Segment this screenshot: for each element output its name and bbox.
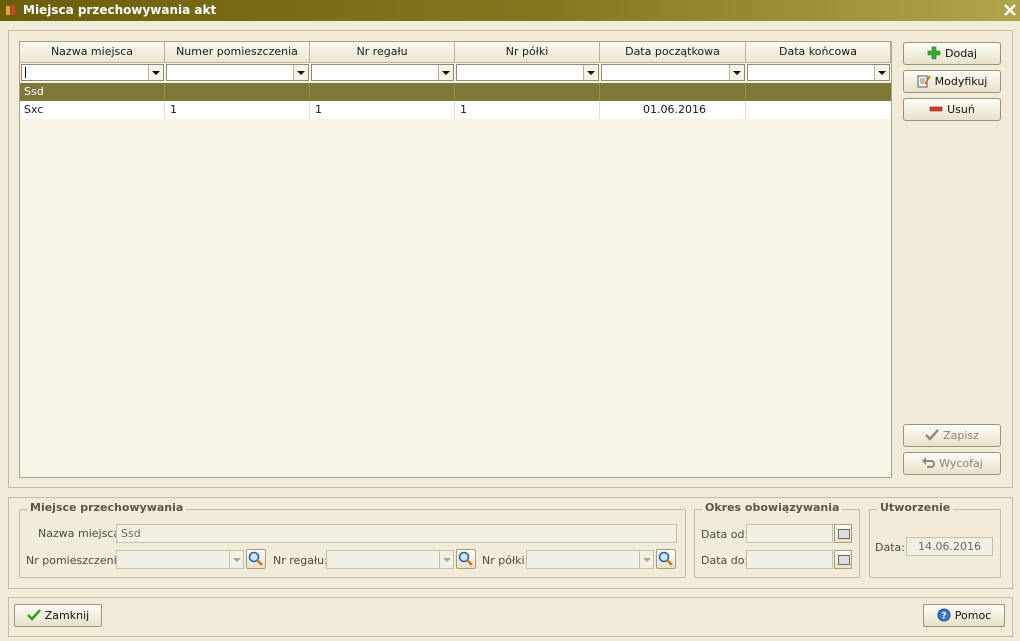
- search-icon: [248, 551, 263, 566]
- checkmark-icon: [26, 609, 41, 621]
- room-field[interactable]: [116, 550, 230, 569]
- plus-icon: [927, 46, 941, 60]
- chevron-down-icon[interactable]: [639, 550, 654, 569]
- edit-icon: [917, 75, 931, 88]
- search-icon: [658, 551, 673, 566]
- cell-name: Sxc: [20, 101, 165, 119]
- cell-end-date: [746, 83, 891, 101]
- svg-text:?: ?: [941, 612, 946, 622]
- filter-end-date[interactable]: [747, 64, 890, 81]
- minus-icon: [929, 106, 943, 112]
- creation-group-title: Utworzenie: [877, 501, 954, 514]
- date-to-field[interactable]: [746, 550, 833, 569]
- chevron-down-icon[interactable]: [438, 65, 453, 80]
- room-label: Nr pomieszczenia:: [26, 554, 128, 567]
- modify-button[interactable]: Modyfikuj: [903, 70, 1001, 93]
- chevron-down-icon[interactable]: [229, 550, 244, 569]
- help-button-label: Pomoc: [954, 609, 992, 622]
- rack-label: Nr regału:: [273, 554, 328, 567]
- rack-lookup-button[interactable]: [456, 549, 476, 569]
- column-header-start-date[interactable]: Data początkowa: [600, 42, 746, 63]
- close-icon[interactable]: [1002, 2, 1018, 18]
- table-row[interactable]: Sxc 1 1 1 01.06.2016: [20, 101, 891, 119]
- cell-rack: 1: [310, 101, 455, 119]
- calendar-icon[interactable]: [834, 524, 852, 543]
- window-title: Miejsca przechowywania akt: [23, 3, 217, 17]
- shelf-field[interactable]: [526, 550, 640, 569]
- filter-rack[interactable]: [311, 64, 454, 81]
- column-header-rack[interactable]: Nr regału: [310, 42, 455, 63]
- validity-group-title: Okres obowiązywania: [702, 501, 843, 514]
- shelf-label: Nr półki:: [482, 554, 529, 567]
- cell-shelf: [455, 83, 600, 101]
- places-grid[interactable]: Nazwa miejsca Numer pomieszczenia Nr reg…: [19, 41, 892, 478]
- column-header-name[interactable]: Nazwa miejsca: [20, 42, 165, 63]
- revert-button-label: Wycofaj: [939, 457, 983, 470]
- help-button[interactable]: ? Pomoc: [923, 604, 1005, 627]
- chevron-down-icon[interactable]: [293, 65, 308, 80]
- revert-button[interactable]: Wycofaj: [903, 452, 1001, 475]
- date-from-label: Data od:: [701, 528, 749, 541]
- place-name-label: Nazwa miejsca:: [38, 527, 124, 540]
- creation-date-field: 14.06.2016: [906, 537, 993, 556]
- date-from-field[interactable]: [746, 524, 833, 543]
- title-bar: Miejsca przechowywania akt: [0, 0, 1020, 21]
- cell-start-date: [600, 83, 746, 101]
- calendar-icon[interactable]: [834, 550, 852, 569]
- close-button[interactable]: Zamknij: [14, 604, 102, 627]
- cell-end-date: [746, 101, 891, 119]
- modify-button-label: Modyfikuj: [934, 75, 988, 88]
- chevron-down-icon[interactable]: [583, 65, 598, 80]
- save-button[interactable]: Zapisz: [903, 424, 1001, 447]
- storage-place-group-title: Miejsce przechowywania: [27, 501, 187, 514]
- cell-room: 1: [165, 101, 310, 119]
- undo-icon: [922, 457, 936, 468]
- add-button[interactable]: Dodaj: [903, 42, 1001, 65]
- cell-shelf: 1: [455, 101, 600, 119]
- delete-button-label: Usuń: [947, 103, 975, 116]
- chevron-down-icon[interactable]: [439, 550, 454, 569]
- add-button-label: Dodaj: [945, 47, 977, 60]
- table-row-selected[interactable]: Ssd: [20, 83, 891, 101]
- rack-field[interactable]: [326, 550, 440, 569]
- cell-name: Ssd: [20, 83, 165, 101]
- chevron-down-icon[interactable]: [148, 65, 163, 80]
- filter-room[interactable]: [166, 64, 309, 81]
- cell-rack: [310, 83, 455, 101]
- footer-bar: [8, 597, 1013, 637]
- app-icon: [6, 5, 15, 15]
- column-header-shelf[interactable]: Nr półki: [455, 42, 600, 63]
- search-icon: [458, 551, 473, 566]
- place-name-field[interactable]: Ssd: [116, 524, 677, 543]
- filter-shelf[interactable]: [456, 64, 599, 81]
- chevron-down-icon[interactable]: [729, 65, 744, 80]
- checkmark-icon: [925, 429, 939, 441]
- cell-room: [165, 83, 310, 101]
- save-button-label: Zapisz: [943, 429, 979, 442]
- delete-button[interactable]: Usuń: [903, 98, 1001, 121]
- close-button-label: Zamknij: [44, 609, 90, 622]
- filter-start-date[interactable]: [601, 64, 745, 81]
- help-icon: ?: [937, 608, 951, 622]
- creation-date-label: Data:: [875, 541, 905, 554]
- column-header-end-date[interactable]: Data końcowa: [746, 42, 891, 63]
- cell-start-date: 01.06.2016: [600, 101, 746, 119]
- filter-name[interactable]: [21, 64, 164, 81]
- date-to-label: Data do:: [701, 554, 749, 567]
- chevron-down-icon[interactable]: [874, 65, 889, 80]
- column-header-room[interactable]: Numer pomieszczenia: [165, 42, 310, 63]
- room-lookup-button[interactable]: [246, 549, 266, 569]
- shelf-lookup-button[interactable]: [656, 549, 676, 569]
